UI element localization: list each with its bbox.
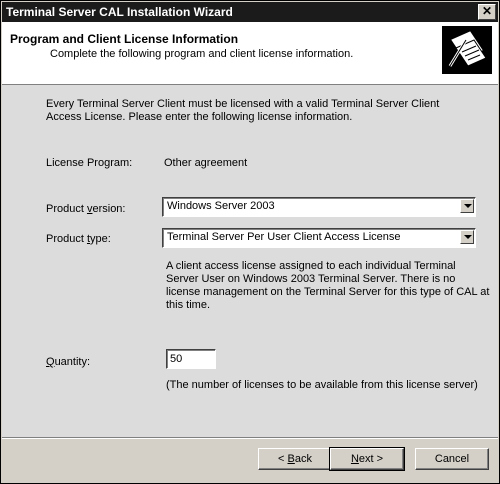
wizard-header: Program and Client License Information C… (2, 22, 498, 85)
back-button-prefix: < (278, 453, 288, 465)
next-button-key: N (350, 453, 359, 465)
license-program-label: License Program: (46, 157, 133, 169)
back-button-post: ack (294, 453, 312, 465)
product-version-value: Windows Server 2003 (167, 200, 275, 212)
back-button[interactable]: < Back (258, 448, 332, 470)
product-type-label-post: ype: (90, 233, 111, 245)
quantity-label-post: uantity: (54, 356, 91, 368)
chevron-down-icon[interactable] (460, 199, 474, 213)
intro-text-line-2: Access License. Please enter the followi… (46, 111, 353, 123)
title-bar: Terminal Server CAL Installation Wizard … (2, 2, 498, 22)
product-version-label-pre: Product (46, 203, 87, 215)
chevron-down-icon[interactable] (460, 230, 474, 244)
quantity-label-key: Q (46, 356, 55, 368)
page-subtitle: Complete the following program and clien… (50, 48, 354, 60)
next-button-post: ext > (358, 453, 384, 465)
quantity-label: Quantity: (46, 355, 90, 369)
cancel-button[interactable]: Cancel (415, 448, 489, 470)
wizard-window: Terminal Server CAL Installation Wizard … (0, 0, 500, 484)
product-version-label-post: ersion: (92, 203, 126, 215)
close-button[interactable]: ✕ (478, 4, 496, 20)
description-line-1: A client access license assigned to each… (166, 260, 456, 272)
back-button-key: B (287, 453, 295, 465)
wizard-content: Every Terminal Server Client must be lic… (2, 85, 498, 437)
wizard-footer: < Back Next > Cancel (2, 437, 498, 483)
product-type-label: Product type: (46, 232, 111, 246)
product-type-select[interactable]: Terminal Server Per User Client Access L… (162, 228, 476, 248)
product-type-value: Terminal Server Per User Client Access L… (167, 231, 401, 243)
license-program-value: Other agreement (164, 157, 248, 169)
description-line-4: this time. (166, 299, 211, 311)
quantity-field[interactable]: 50 (166, 349, 216, 369)
license-document-pen-icon (442, 26, 492, 74)
intro-text-line-1: Every Terminal Server Client must be lic… (46, 98, 440, 110)
product-type-label-pre: Product (46, 233, 87, 245)
quantity-hint: (The number of licenses to be available … (166, 379, 478, 391)
page-title: Program and Client License Information (10, 32, 239, 46)
next-button[interactable]: Next > (329, 447, 405, 471)
product-version-select[interactable]: Windows Server 2003 (162, 197, 476, 217)
window-title: Terminal Server CAL Installation Wizard (6, 5, 233, 19)
product-version-label: Product version: (46, 202, 126, 216)
quantity-value: 50 (170, 353, 183, 365)
description-line-2: Server User on Windows 2003 Terminal Ser… (166, 273, 456, 285)
description-line-3: license management on the Terminal Serve… (166, 286, 490, 298)
